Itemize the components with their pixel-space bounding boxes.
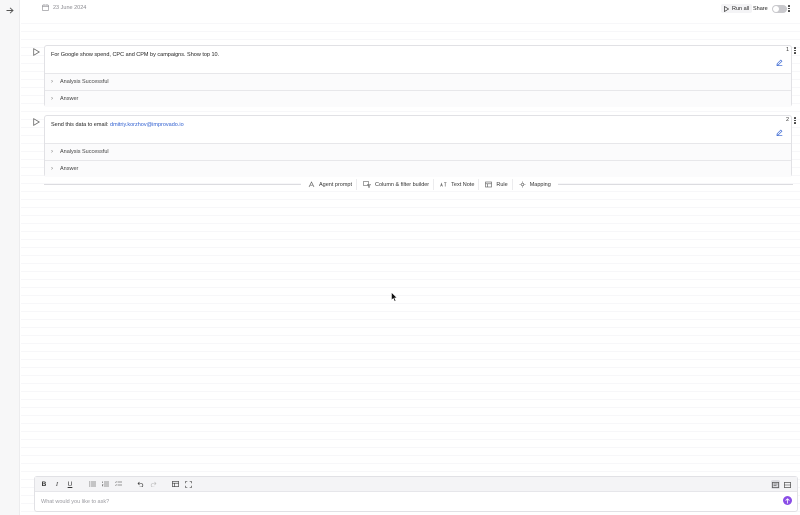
run-all-label: Run all	[732, 5, 750, 12]
analysis-section[interactable]: › Analysis Successful	[45, 143, 791, 160]
run-cell-icon[interactable]	[33, 48, 40, 56]
text-note-button[interactable]: Text Note	[436, 179, 480, 190]
rule-button[interactable]: Rule	[481, 179, 513, 190]
table-icon[interactable]	[171, 480, 179, 488]
prompt-prefix: Send this data to email:	[51, 122, 111, 128]
split-view-icon[interactable]	[783, 480, 792, 489]
rule-icon	[485, 181, 493, 188]
share-label: Share	[753, 5, 768, 12]
calendar-icon	[42, 4, 49, 11]
prompt-cell-1[interactable]: 1 For Google show spend, CPC and CPM by …	[33, 45, 796, 107]
composer: B I U What would you like to ask?	[34, 476, 798, 512]
share-toggle[interactable]	[771, 4, 787, 13]
section-label: Analysis Successful	[60, 149, 109, 155]
top-bar: 23 June 2024 Run all Share	[21, 0, 800, 18]
left-sidebar	[0, 0, 20, 515]
section-label: Analysis Successful	[60, 79, 109, 85]
filter-builder-icon	[363, 181, 372, 188]
numbered-list-icon[interactable]	[101, 480, 109, 488]
view-toggle-group	[771, 480, 792, 489]
mapping-icon	[519, 181, 526, 188]
share-control[interactable]: Share	[753, 4, 787, 13]
add-label: Text Note	[451, 181, 475, 188]
send-button[interactable]	[783, 496, 792, 505]
fullscreen-icon[interactable]	[184, 480, 192, 488]
undo-icon[interactable]	[136, 480, 144, 488]
agent-prompt-button[interactable]: Agent prompt	[304, 179, 358, 190]
chevron-right-icon: ›	[51, 166, 53, 172]
italic-icon[interactable]: I	[53, 480, 61, 488]
underline-icon[interactable]: U	[66, 480, 74, 488]
checklist-icon[interactable]	[114, 480, 122, 488]
edit-icon[interactable]	[776, 129, 783, 136]
more-options-icon[interactable]	[787, 4, 791, 13]
cell-options-icon[interactable]	[793, 116, 797, 125]
notebook-canvas: 23 June 2024 Run all Share 1 For Google …	[21, 0, 800, 515]
edit-icon[interactable]	[776, 59, 783, 66]
notebook-date: 23 June 2024	[42, 4, 86, 11]
notebook-view-icon[interactable]	[771, 480, 780, 489]
cell-prompt-text: Send this data to email: dmitriy.korzhov…	[51, 122, 184, 128]
prompt-cell-2[interactable]: 2 Send this data to email: dmitriy.korzh…	[33, 115, 796, 177]
section-label: Answer	[60, 96, 79, 102]
ask-input[interactable]: What would you like to ask?	[41, 495, 771, 509]
add-label: Column & filter builder	[375, 181, 430, 188]
cell-number: 1	[785, 47, 789, 53]
add-label: Rule	[496, 181, 508, 188]
add-cell-bar: Agent prompt Column & filter builder Tex…	[301, 179, 558, 190]
answer-section[interactable]: › Answer	[45, 160, 791, 177]
bold-icon[interactable]: B	[40, 480, 48, 488]
play-icon	[724, 5, 729, 12]
answer-section[interactable]: › Answer	[45, 90, 791, 107]
chevron-right-icon: ›	[51, 79, 53, 85]
run-cell-icon[interactable]	[33, 118, 40, 126]
email-link[interactable]: dmitriy.korzhov@improvado.io	[110, 122, 184, 128]
agent-icon	[308, 181, 315, 188]
cell-prompt-text: For Google show spend, CPC and CPM by ca…	[51, 52, 220, 58]
mapping-button[interactable]: Mapping	[514, 179, 555, 190]
date-label: 23 June 2024	[53, 4, 87, 11]
section-label: Answer	[60, 166, 79, 172]
chevron-right-icon: ›	[51, 96, 53, 102]
collapse-sidebar-icon[interactable]	[2, 3, 18, 17]
cell-number: 2	[785, 117, 789, 123]
bullet-list-icon[interactable]	[88, 480, 96, 488]
column-filter-builder-button[interactable]: Column & filter builder	[359, 179, 435, 190]
redo-icon[interactable]	[149, 480, 157, 488]
analysis-section[interactable]: › Analysis Successful	[45, 73, 791, 90]
add-label: Agent prompt	[319, 181, 353, 188]
composer-toolbar: B I U	[35, 477, 797, 492]
add-label: Mapping	[529, 181, 551, 188]
chevron-right-icon: ›	[51, 149, 53, 155]
cell-options-icon[interactable]	[793, 46, 797, 55]
text-note-icon	[440, 182, 447, 187]
mouse-pointer-icon	[391, 292, 398, 302]
arrow-up-icon	[785, 497, 790, 503]
run-all-button[interactable]: Run all	[721, 4, 753, 13]
